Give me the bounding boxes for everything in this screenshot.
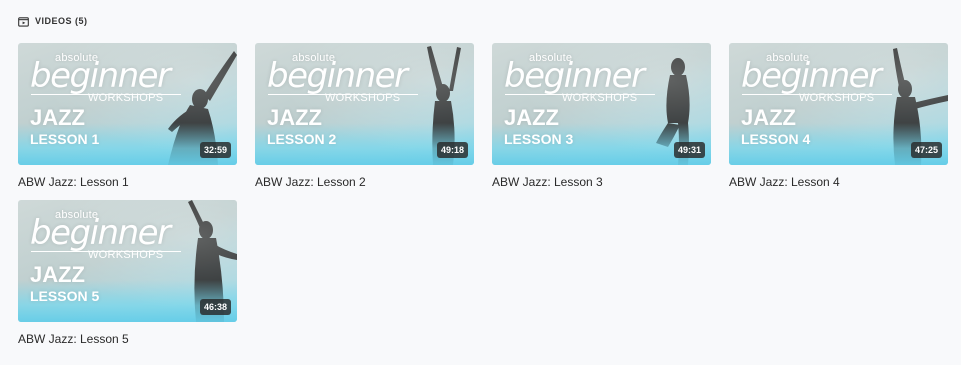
video-card[interactable]: absolute beginner WORKSHOPS JAZZ LESSON …: [492, 43, 711, 189]
video-thumbnail[interactable]: absolute beginner WORKSHOPS JAZZ LESSON …: [729, 43, 948, 165]
video-icon: [18, 16, 29, 27]
video-card[interactable]: absolute beginner WORKSHOPS JAZZ LESSON …: [255, 43, 474, 189]
dance-style-label: JAZZ: [741, 105, 796, 130]
video-title[interactable]: ABW Jazz: Lesson 5: [18, 332, 237, 346]
brand-main-text: beginner: [30, 56, 171, 96]
brand-sub-text: WORKSHOPS: [799, 92, 875, 104]
video-card[interactable]: absolute beginner WORKSHOPS JAZZ LESSON …: [18, 200, 237, 346]
dance-style-label: JAZZ: [504, 105, 559, 130]
videos-section: VIDEOS (5) absolute beginner WORKSHOPS J…: [0, 0, 961, 365]
brand-main-text: beginner: [30, 213, 171, 253]
video-card[interactable]: absolute beginner WORKSHOPS JAZZ LESSON …: [729, 43, 948, 189]
video-title[interactable]: ABW Jazz: Lesson 3: [492, 175, 711, 189]
brand-main-text: beginner: [504, 56, 645, 96]
video-title[interactable]: ABW Jazz: Lesson 4: [729, 175, 948, 189]
video-thumbnail[interactable]: absolute beginner WORKSHOPS JAZZ LESSON …: [492, 43, 711, 165]
duration-badge: 49:18: [436, 142, 468, 158]
lesson-label: LESSON 4: [741, 131, 811, 147]
dance-style-label: JAZZ: [30, 105, 85, 130]
video-card[interactable]: absolute beginner WORKSHOPS JAZZ LESSON …: [18, 43, 237, 189]
video-grid: absolute beginner WORKSHOPS JAZZ LESSON …: [18, 43, 948, 346]
brand-sub-text: WORKSHOPS: [325, 92, 401, 104]
lesson-label: LESSON 2: [267, 131, 337, 147]
brand-main-text: beginner: [267, 56, 408, 96]
video-thumbnail[interactable]: absolute beginner WORKSHOPS JAZZ LESSON …: [255, 43, 474, 165]
duration-badge: 46:38: [199, 299, 231, 315]
lesson-label: LESSON 3: [504, 131, 574, 147]
duration-badge: 47:25: [910, 142, 942, 158]
video-thumbnail[interactable]: absolute beginner WORKSHOPS JAZZ LESSON …: [18, 43, 237, 165]
brand-sub-text: WORKSHOPS: [88, 92, 164, 104]
brand-main-text: beginner: [741, 56, 882, 96]
duration-badge: 32:59: [199, 142, 231, 158]
duration-badge: 49:31: [673, 142, 705, 158]
section-header: VIDEOS (5): [18, 14, 88, 28]
dance-style-label: JAZZ: [30, 262, 85, 287]
video-thumbnail[interactable]: absolute beginner WORKSHOPS JAZZ LESSON …: [18, 200, 237, 322]
lesson-label: LESSON 5: [30, 288, 100, 304]
dance-style-label: JAZZ: [267, 105, 322, 130]
video-title[interactable]: ABW Jazz: Lesson 2: [255, 175, 474, 189]
video-title[interactable]: ABW Jazz: Lesson 1: [18, 175, 237, 189]
section-title: VIDEOS (5): [35, 16, 88, 26]
lesson-label: LESSON 1: [30, 131, 100, 147]
brand-sub-text: WORKSHOPS: [88, 249, 164, 261]
brand-sub-text: WORKSHOPS: [562, 92, 638, 104]
